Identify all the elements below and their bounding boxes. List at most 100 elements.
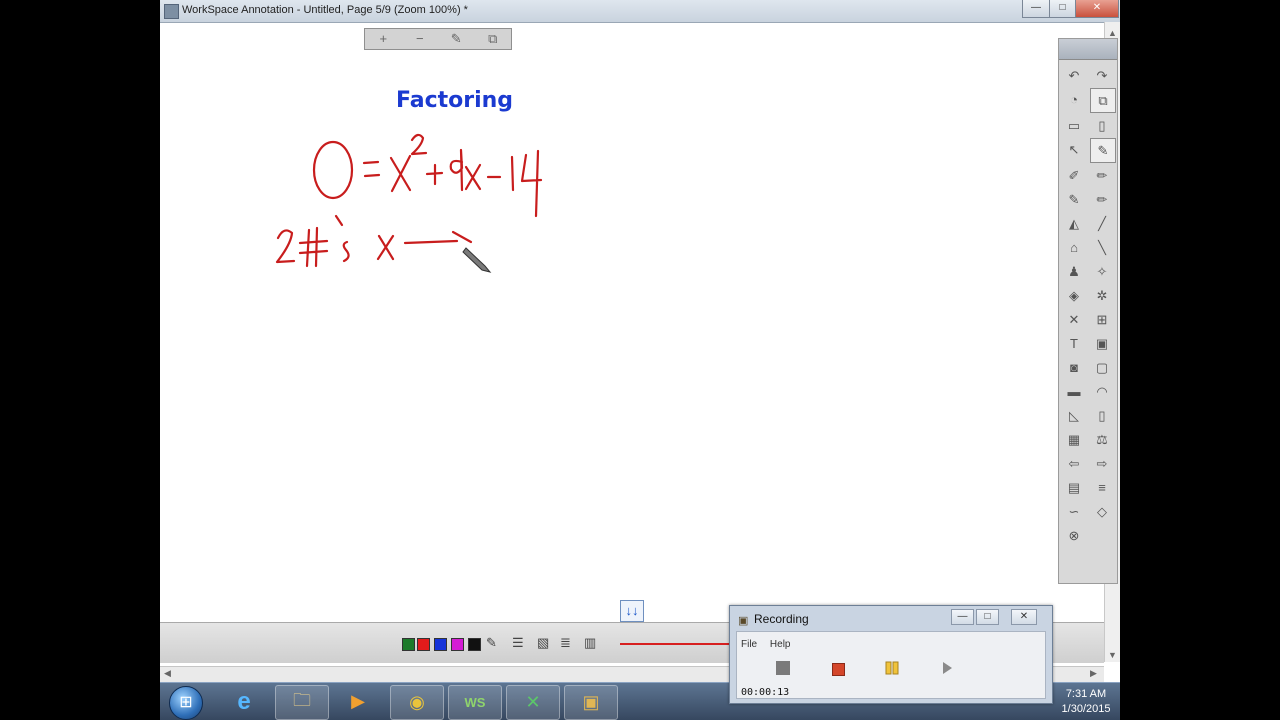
curve-icon[interactable]: ∽	[1062, 500, 1086, 523]
excel-icon[interactable]: ✕	[506, 685, 560, 720]
brush-icon[interactable]: ✎	[1062, 188, 1086, 211]
pause-icon[interactable]	[885, 661, 899, 675]
menu-file[interactable]: File	[741, 639, 757, 650]
record-icon[interactable]	[832, 663, 845, 676]
mouse-icon[interactable]: ◔	[1062, 88, 1086, 111]
eraser-icon[interactable]: ◭	[1062, 212, 1086, 235]
calculator-icon[interactable]: ▦	[1062, 428, 1086, 451]
red-color-swatch[interactable]	[417, 638, 430, 651]
transparency-icon[interactable]: ▧	[537, 635, 549, 651]
system-clock[interactable]: 7:31 AM 1/30/2015	[1053, 687, 1119, 717]
grid-icon[interactable]: ⊞	[1090, 308, 1114, 331]
recording-window: ▣ Recording — □ ✕ File Help 00:00:13	[729, 605, 1053, 704]
ink-two	[275, 229, 296, 264]
clock-time: 7:31 AM	[1065, 688, 1107, 700]
ink-x	[389, 154, 412, 193]
ink-x2	[464, 163, 482, 191]
ink-exponent-2	[410, 133, 428, 156]
screenshot-icon[interactable]: ▭	[1062, 114, 1086, 137]
scroll-down-icon[interactable]: ▼	[1108, 650, 1117, 660]
delete-icon[interactable]: ✕	[1062, 308, 1086, 331]
ink-one	[510, 155, 515, 192]
copy-screen-icon[interactable]: ⧉	[1090, 88, 1116, 113]
exit-icon[interactable]: ⊗	[1062, 524, 1086, 547]
toolbar-header	[1059, 39, 1117, 60]
previous-page-icon[interactable]: ⇦	[1062, 452, 1086, 475]
protractor-icon[interactable]: ◠	[1090, 380, 1114, 403]
scroll-right-icon[interactable]: ▶	[1090, 668, 1097, 679]
scroll-left-icon[interactable]: ◀	[164, 668, 171, 679]
clock-date: 1/30/2015	[1061, 703, 1111, 715]
frame-icon[interactable]: ▢	[1090, 356, 1114, 379]
clear-icon[interactable]: ◇	[1090, 500, 1114, 523]
recording-maximize-button[interactable]: □	[976, 609, 999, 625]
undo-icon[interactable]: ↶	[1062, 64, 1086, 87]
image-icon[interactable]: ▣	[1090, 332, 1114, 355]
next-page-icon[interactable]: ⇨	[1090, 452, 1114, 475]
ink-nine	[449, 148, 464, 192]
stop-icon[interactable]	[776, 661, 790, 675]
internet-explorer-icon[interactable]: e	[218, 685, 270, 718]
chrome-icon[interactable]: ◉	[390, 685, 444, 720]
pen-preview-line	[620, 643, 732, 645]
ink-x3	[376, 234, 395, 261]
highlighter-icon[interactable]: ✏	[1090, 164, 1114, 187]
recording-minimize-button[interactable]: —	[951, 609, 974, 625]
annotation-toolbar: ↶ ↷ ◔ ⧉ ▭ ▯ ↖ ✎ ✐ ✏ ✎ ✏ ◭ ╱ ⌂ ╲ ♟ ✧ ◈ ✲ …	[1058, 38, 1118, 584]
line-style-icon[interactable]: ╲	[1090, 236, 1114, 259]
play-icon[interactable]	[940, 661, 954, 675]
document-icon[interactable]: ▯	[1090, 404, 1114, 427]
ink-hash	[298, 226, 329, 268]
magic-icon[interactable]: ✧	[1090, 260, 1114, 283]
recording-panel: File Help 00:00:13	[736, 631, 1046, 699]
text-tool-icon[interactable]: T	[1062, 332, 1086, 355]
handwritten-ink	[275, 133, 543, 273]
ink-equals	[362, 160, 381, 178]
triangle-icon[interactable]: ◺	[1062, 404, 1086, 427]
ruler-icon[interactable]: ▬	[1062, 380, 1086, 403]
media-player-icon[interactable]: ▶	[332, 685, 384, 718]
scale-icon[interactable]: ⚖	[1090, 428, 1114, 451]
camera-icon[interactable]: ◙	[1062, 356, 1086, 379]
recording-close-button[interactable]: ✕	[1011, 609, 1037, 625]
scroll-up-icon[interactable]: ▲	[1108, 28, 1117, 38]
recorder-icon[interactable]: ▣	[564, 685, 618, 720]
redo-icon[interactable]: ↷	[1090, 64, 1114, 87]
erase-all-icon[interactable]: ▥	[584, 635, 596, 651]
recorder-app-icon: ▣	[738, 615, 749, 627]
pen-style-icon[interactable]: ✐	[1062, 164, 1086, 187]
page-icon[interactable]: ▯	[1090, 114, 1114, 137]
line-style-icon[interactable]: ≣	[560, 635, 571, 651]
pen-tool-icon[interactable]: ✎	[1090, 138, 1116, 163]
recording-menu-bar: File Help	[741, 639, 800, 650]
settings-icon[interactable]: ✲	[1090, 284, 1114, 307]
layout-icon[interactable]: ▤	[1062, 476, 1086, 499]
green-color-swatch[interactable]	[402, 638, 415, 651]
ink-zero	[312, 140, 354, 200]
stamp-icon[interactable]: ♟	[1062, 260, 1086, 283]
fill-icon[interactable]: ◈	[1062, 284, 1086, 307]
menu-help[interactable]: Help	[770, 639, 791, 650]
list-icon[interactable]: ≡	[1090, 476, 1114, 499]
ink-arrow	[403, 230, 473, 245]
page-down-button[interactable]: ↓↓	[620, 600, 644, 622]
recording-window-title: Recording	[754, 612, 809, 626]
workspace-icon[interactable]: WS	[448, 685, 502, 720]
file-explorer-icon[interactable]: 🗀	[275, 685, 329, 720]
ink-plus	[425, 163, 444, 186]
line-tool-icon[interactable]: ╱	[1090, 212, 1114, 235]
black-color-swatch[interactable]	[468, 638, 481, 651]
start-button[interactable]: ⊞	[169, 686, 203, 720]
magenta-color-swatch[interactable]	[451, 638, 464, 651]
palette-icon[interactable]: ✎	[486, 635, 497, 651]
shape-icon[interactable]: ⌂	[1062, 236, 1086, 259]
ink-s	[342, 240, 350, 263]
select-arrow-icon[interactable]: ↖	[1062, 138, 1086, 161]
ink-four	[520, 149, 543, 218]
pen-cursor-icon	[462, 247, 492, 273]
marker-icon[interactable]: ✏	[1090, 188, 1114, 211]
ink-apostrophe	[334, 214, 344, 227]
recording-elapsed-time: 00:00:13	[741, 687, 790, 698]
line-width-icon[interactable]: ☰	[512, 635, 524, 651]
blue-color-swatch[interactable]	[434, 638, 447, 651]
